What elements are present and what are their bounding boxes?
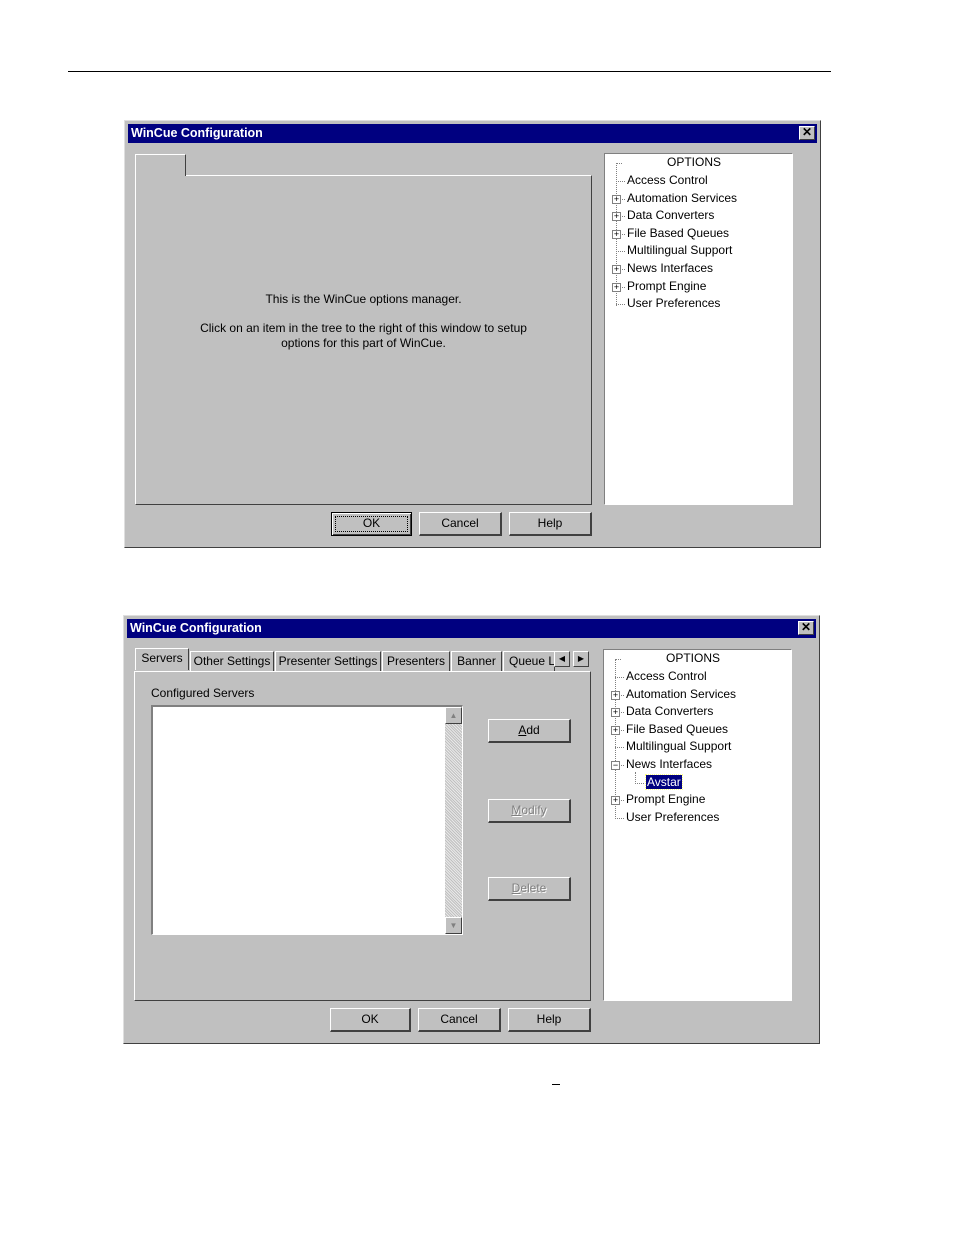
tree-item-avstar[interactable]: Avstar	[645, 773, 683, 790]
options-instruction-line: Click on an item in the tree to the righ…	[200, 321, 527, 335]
tree-item-label: News Interfaces	[626, 757, 713, 771]
wincue-config-window-2: WinCue Configuration ✕ Servers Other Set…	[123, 615, 820, 1044]
tab-banner[interactable]: Banner	[451, 651, 502, 671]
tab-queue[interactable]: Queue L	[503, 651, 555, 671]
tree-item-access-control[interactable]: Access Control	[626, 669, 707, 683]
tree-item-label: Avstar	[645, 773, 683, 790]
tab-scroll-right-icon[interactable]: ▶	[573, 651, 589, 667]
tree-item-label: File Based Queues	[626, 721, 729, 736]
tree-item-prompt-engine[interactable]: Prompt Engine	[626, 792, 705, 806]
tree-root-options[interactable]: OPTIONS	[667, 155, 721, 169]
tree-item-user-preferences[interactable]: User Preferences	[626, 810, 719, 824]
options-manager-message: This is the WinCue options manager.	[265, 292, 462, 306]
add-label: dd	[526, 723, 540, 737]
help-label: Help	[536, 1012, 562, 1026]
cancel-label: Cancel	[441, 516, 479, 530]
tree-item-label: File Based Queues	[627, 225, 730, 240]
tree-item-multilingual-support[interactable]: Multilingual Support	[627, 243, 732, 257]
title-bar[interactable]: WinCue Configuration ✕	[127, 619, 816, 638]
modify-access-key: M	[511, 803, 522, 817]
tree-item-label: Prompt Engine	[626, 792, 706, 807]
ok-button[interactable]: OK	[330, 1008, 411, 1032]
tree-item-prompt-engine[interactable]: Prompt Engine	[627, 279, 706, 293]
servers-panel: Configured Servers ▲ ▼ Add Modify Delete	[134, 671, 591, 1001]
scroll-down-icon[interactable]: ▼	[445, 917, 462, 934]
tree-item-multilingual-support[interactable]: Multilingual Support	[626, 739, 731, 753]
tree-root-options[interactable]: OPTIONS	[666, 651, 720, 665]
help-label: Help	[537, 516, 563, 530]
cancel-button[interactable]: Cancel	[419, 512, 502, 536]
ok-label: OK	[361, 1012, 379, 1026]
expand-icon[interactable]: +	[612, 212, 621, 222]
tree-item-file-based-queues[interactable]: File Based Queues	[626, 722, 728, 736]
expand-icon[interactable]: +	[612, 282, 621, 292]
window-title: WinCue Configuration	[131, 126, 263, 140]
tree-item-label: Prompt Engine	[627, 278, 707, 293]
focus-rect	[335, 516, 408, 532]
tab-blank[interactable]	[135, 154, 186, 176]
tree-item-file-based-queues[interactable]: File Based Queues	[627, 226, 729, 240]
expand-icon[interactable]: +	[611, 690, 620, 700]
modify-button[interactable]: Modify	[488, 799, 571, 823]
configured-servers-list[interactable]: ▲ ▼	[151, 705, 463, 935]
delete-button[interactable]: Delete	[488, 877, 571, 901]
tree-item-label: Data Converters	[626, 704, 714, 719]
tree-item-data-converters[interactable]: Data Converters	[627, 208, 714, 222]
cancel-button[interactable]: Cancel	[418, 1008, 501, 1032]
tree-item-label: Multilingual Support	[626, 739, 732, 754]
tree-item-news-interfaces[interactable]: News Interfaces	[626, 757, 712, 771]
page-header-rule	[68, 71, 831, 72]
options-panel: This is the WinCue options manager. Clic…	[135, 175, 592, 505]
tab-servers[interactable]: Servers	[135, 648, 189, 670]
tab-scroll-left-icon[interactable]: ◀	[554, 651, 570, 667]
title-bar[interactable]: WinCue Configuration ✕	[128, 124, 817, 143]
scroll-up-icon[interactable]: ▲	[445, 707, 462, 724]
tree-item-automation-services[interactable]: Automation Services	[626, 687, 736, 701]
close-icon[interactable]: ✕	[799, 126, 815, 140]
cancel-label: Cancel	[440, 1012, 478, 1026]
collapse-icon[interactable]: −	[611, 761, 620, 770]
tree-item-data-converters[interactable]: Data Converters	[626, 704, 713, 718]
modify-label: odify	[521, 803, 547, 817]
tree-item-user-preferences[interactable]: User Preferences	[627, 296, 720, 310]
expand-icon[interactable]: +	[612, 194, 621, 204]
tree-item-label: Multilingual Support	[627, 243, 733, 258]
tab-other-settings[interactable]: Other Settings	[190, 651, 274, 671]
tree-item-access-control[interactable]: Access Control	[627, 173, 708, 187]
options-instruction-line: options for this part of WinCue.	[281, 336, 446, 350]
tree-item-label: Access Control	[627, 173, 708, 187]
expand-icon[interactable]: +	[612, 229, 621, 239]
tree-item-label: Access Control	[626, 669, 707, 683]
wincue-config-window-1: WinCue Configuration ✕ This is the WinCu…	[124, 120, 821, 548]
tab-presenter-settings[interactable]: Presenter Settings	[275, 651, 381, 671]
delete-label: elete	[520, 881, 547, 895]
add-button[interactable]: Add	[488, 719, 571, 743]
window-title: WinCue Configuration	[130, 621, 262, 635]
ok-button[interactable]: OK	[331, 512, 412, 536]
expand-icon[interactable]: +	[611, 725, 620, 735]
delete-access-key: D	[511, 881, 521, 895]
help-button[interactable]: Help	[508, 1008, 591, 1032]
configured-servers-label: Configured Servers	[151, 686, 255, 700]
help-button[interactable]: Help	[509, 512, 592, 536]
tree-item-news-interfaces[interactable]: News Interfaces	[627, 261, 713, 275]
tree-item-automation-services[interactable]: Automation Services	[627, 191, 737, 205]
tree-item-label: Data Converters	[627, 208, 715, 223]
expand-icon[interactable]: +	[612, 265, 621, 274]
tree-item-label: News Interfaces	[627, 261, 714, 275]
expand-icon[interactable]: +	[611, 708, 620, 718]
options-tree[interactable]: OPTIONS Access Control + Automation Servic…	[604, 153, 793, 505]
scrollbar[interactable]: ▲ ▼	[445, 707, 462, 934]
close-icon[interactable]: ✕	[798, 621, 814, 635]
page-mark	[552, 1084, 560, 1085]
tree-item-label: Automation Services	[627, 190, 738, 205]
tree-item-label: Automation Services	[626, 686, 737, 701]
tree-item-label: User Preferences	[626, 809, 720, 824]
expand-icon[interactable]: +	[611, 796, 620, 806]
tab-presenters[interactable]: Presenters	[382, 651, 450, 671]
options-tree[interactable]: OPTIONS Access Control + Automation Servic…	[603, 649, 792, 1001]
tree-item-label: User Preferences	[627, 296, 721, 311]
